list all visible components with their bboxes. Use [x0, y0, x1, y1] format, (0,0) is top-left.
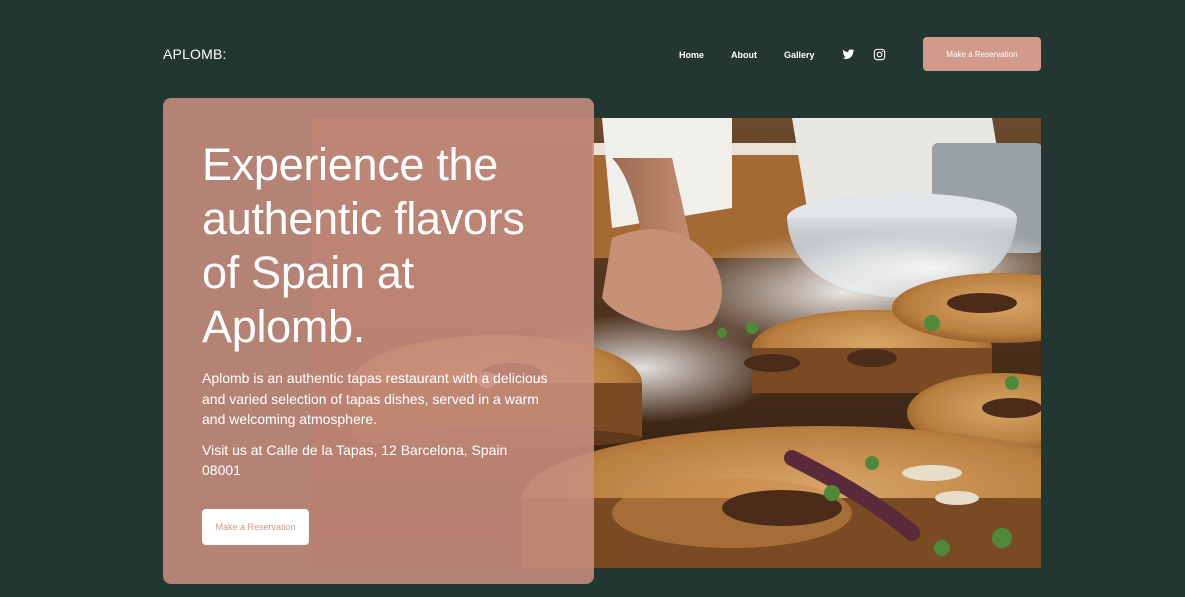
make-reservation-button[interactable]: Make a Reservation: [923, 37, 1041, 71]
hero-card: Experience the authentic flavors of Spai…: [163, 98, 594, 584]
nav-link-about[interactable]: About: [731, 49, 757, 61]
hero-reservation-button[interactable]: Make a Reservation: [202, 509, 309, 545]
nav-link-home[interactable]: Home: [679, 49, 704, 61]
hero-headline: Experience the authentic flavors of Spai…: [202, 139, 525, 352]
nav-link-gallery[interactable]: Gallery: [784, 49, 815, 61]
brand-logo[interactable]: APLOMB:: [163, 46, 227, 62]
instagram-icon[interactable]: [873, 48, 886, 61]
hero-address: Visit us at Calle de la Tapas, 12 Barcel…: [202, 441, 508, 479]
main-nav: Home About Gallery: [679, 48, 904, 61]
hero-description: Aplomb is an authentic tapas restaurant …: [202, 370, 548, 427]
twitter-icon[interactable]: [842, 48, 855, 61]
